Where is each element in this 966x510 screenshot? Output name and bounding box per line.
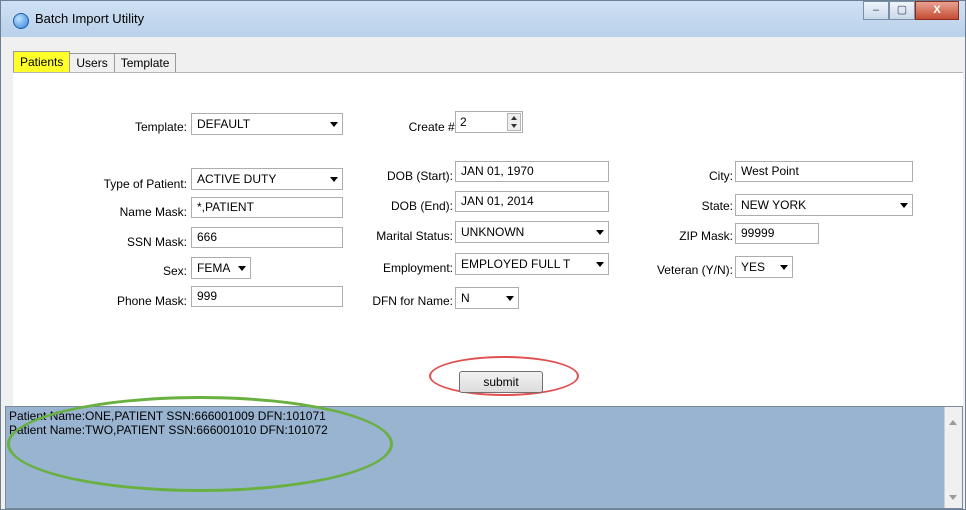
state-label: State: <box>701 199 733 213</box>
chevron-down-icon <box>330 177 338 182</box>
chevron-down-icon <box>596 262 604 267</box>
output-log[interactable]: Patient Name:ONE,PATIENT SSN:666001009 D… <box>5 406 963 509</box>
veteran-label: Veteran (Y/N): <box>656 263 733 277</box>
name-mask-input[interactable]: *,PATIENT <box>191 197 343 218</box>
employment-label: Employment: <box>382 261 453 275</box>
sex-value: FEMA <box>197 261 231 275</box>
template-value: DEFAULT <box>197 117 251 131</box>
output-line: Patient Name:TWO,PATIENT SSN:666001010 D… <box>9 423 328 437</box>
create-count-stepper[interactable]: 2 <box>455 111 523 133</box>
app-icon <box>13 13 29 29</box>
stepper-arrows[interactable] <box>507 113 521 131</box>
create-label: Create #: <box>408 120 458 134</box>
dfn-for-name-label: DFN for Name: <box>372 294 453 308</box>
title-bar[interactable]: Batch Import Utility – ▢ X <box>1 1 965 37</box>
sex-label: Sex: <box>162 264 187 278</box>
template-select[interactable]: DEFAULT <box>191 113 343 135</box>
create-count-value: 2 <box>460 115 467 129</box>
scroll-down-icon[interactable] <box>949 495 957 500</box>
tab-template[interactable]: Template <box>113 53 177 72</box>
output-scrollbar[interactable] <box>944 407 962 508</box>
type-of-patient-value: ACTIVE DUTY <box>197 172 277 186</box>
tab-users[interactable]: Users <box>69 53 115 72</box>
close-button[interactable]: X <box>915 1 959 20</box>
name-mask-label: Name Mask: <box>119 205 187 219</box>
dob-end-input[interactable]: JAN 01, 2014 <box>455 191 609 212</box>
zip-mask-label: ZIP Mask: <box>679 229 733 243</box>
employment-select[interactable]: EMPLOYED FULL T <box>455 253 609 275</box>
zip-mask-input[interactable]: 99999 <box>735 223 819 244</box>
chevron-down-icon <box>596 230 604 235</box>
state-value: NEW YORK <box>741 198 807 212</box>
patients-panel: Template: DEFAULT Type of Patient: ACTIV… <box>13 72 963 406</box>
submit-button[interactable]: submit <box>459 371 543 393</box>
city-input[interactable]: West Point <box>735 161 913 182</box>
city-label: City: <box>709 169 733 183</box>
chevron-down-icon <box>780 265 788 270</box>
tab-patients[interactable]: Patients <box>13 51 71 72</box>
veteran-value: YES <box>741 260 766 274</box>
tab-strip: Patients Users Template <box>13 51 177 73</box>
marital-status-value: UNKNOWN <box>461 225 525 239</box>
type-of-patient-select[interactable]: ACTIVE DUTY <box>191 168 343 190</box>
ssn-mask-label: SSN Mask: <box>126 235 187 249</box>
phone-mask-label: Phone Mask: <box>116 294 187 308</box>
ssn-mask-input[interactable]: 666 <box>191 227 343 248</box>
chevron-up-icon[interactable] <box>511 116 517 120</box>
maximize-button[interactable]: ▢ <box>889 1 915 20</box>
phone-mask-input[interactable]: 999 <box>191 286 343 307</box>
chevron-down-icon[interactable] <box>511 124 517 128</box>
dfn-for-name-select[interactable]: N <box>455 287 519 309</box>
dob-end-label: DOB (End): <box>390 199 453 213</box>
chevron-down-icon <box>238 266 246 271</box>
state-select[interactable]: NEW YORK <box>735 194 913 216</box>
chevron-down-icon <box>506 296 514 301</box>
scroll-up-icon[interactable] <box>949 420 957 425</box>
employment-value: EMPLOYED FULL T <box>461 257 571 271</box>
window-controls: – ▢ X <box>863 1 959 23</box>
minimize-button[interactable]: – <box>863 1 889 20</box>
chevron-down-icon <box>330 122 338 127</box>
veteran-select[interactable]: YES <box>735 256 793 278</box>
output-line: Patient Name:ONE,PATIENT SSN:666001009 D… <box>9 409 326 423</box>
dob-start-input[interactable]: JAN 01, 1970 <box>455 161 609 182</box>
marital-status-select[interactable]: UNKNOWN <box>455 221 609 243</box>
template-label: Template: <box>134 120 187 134</box>
dob-start-label: DOB (Start): <box>386 169 453 183</box>
chevron-down-icon <box>900 203 908 208</box>
marital-status-label: Marital Status: <box>376 229 453 243</box>
window-title: Batch Import Utility <box>35 11 145 26</box>
dfn-for-name-value: N <box>461 291 470 305</box>
batch-import-window: Batch Import Utility – ▢ X Patients User… <box>0 0 966 510</box>
sex-select[interactable]: FEMA <box>191 257 251 279</box>
type-of-patient-label: Type of Patient: <box>103 177 187 191</box>
